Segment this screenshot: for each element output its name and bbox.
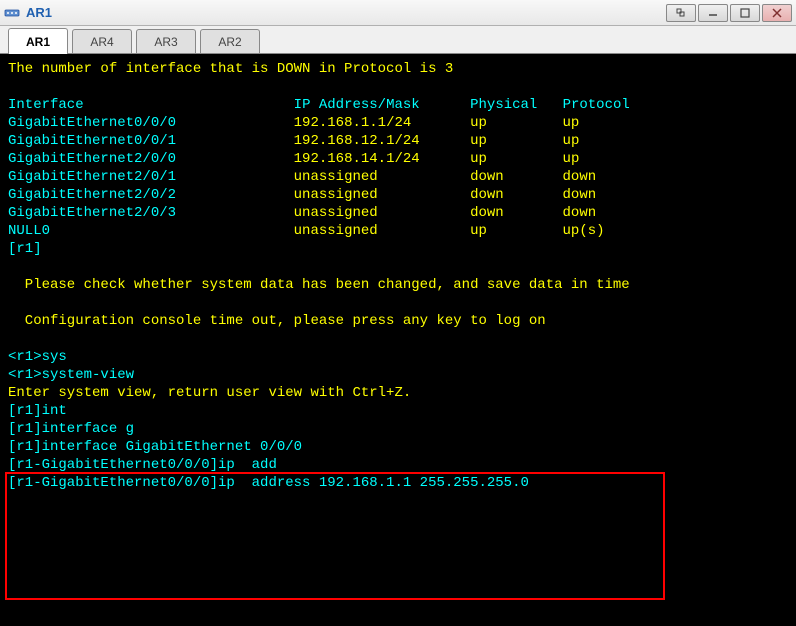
tab-label: AR2 [218, 35, 241, 49]
router-icon [4, 5, 20, 21]
row5-proto: down [563, 205, 597, 221]
row1-iface: GigabitEthernet0/0/1 [8, 133, 176, 149]
row5-phys: down [470, 205, 504, 221]
row3-ip: unassigned [294, 169, 378, 185]
prompt-l0: [r1] [8, 241, 42, 257]
row2-ip: 192.168.14.1/24 [294, 151, 420, 167]
row1-proto: up [563, 133, 580, 149]
prompt-l2: Configuration console time out, please p… [8, 313, 546, 329]
row1-ip: 192.168.12.1/24 [294, 133, 420, 149]
prompt-l7: [r1]interface g [8, 421, 134, 437]
summary-line: The number of interface that is DOWN in … [8, 61, 453, 77]
row6-ip: unassigned [294, 223, 378, 239]
tab-label: AR4 [90, 35, 113, 49]
option-button[interactable] [666, 4, 696, 22]
prompt-l3: <r1>sys [8, 349, 67, 365]
titlebar: AR1 [0, 0, 796, 26]
row2-proto: up [563, 151, 580, 167]
row2-iface: GigabitEthernet2/0/0 [8, 151, 176, 167]
prompt-l8: [r1]interface GigabitEthernet 0/0/0 [8, 439, 302, 455]
tab-ar1[interactable]: AR1 [8, 28, 68, 54]
prompt-l5: Enter system view, return user view with… [8, 385, 411, 401]
row6-iface: NULL0 [8, 223, 50, 239]
window-controls [664, 4, 792, 22]
tab-ar4[interactable]: AR4 [72, 29, 132, 53]
row2-phys: up [470, 151, 487, 167]
row3-phys: down [470, 169, 504, 185]
row4-ip: unassigned [294, 187, 378, 203]
prompt-l9: [r1-GigabitEthernet0/0/0]ip add [8, 457, 277, 473]
row6-phys: up [470, 223, 487, 239]
prompt-l4: <r1>system-view [8, 367, 134, 383]
row0-proto: up [563, 115, 580, 131]
row0-ip: 192.168.1.1/24 [294, 115, 412, 131]
row1-phys: up [470, 133, 487, 149]
terminal-output: The number of interface that is DOWN in … [8, 60, 788, 492]
row4-phys: down [470, 187, 504, 203]
row3-proto: down [563, 169, 597, 185]
hdr-iface: Interface [8, 97, 84, 113]
terminal[interactable]: The number of interface that is DOWN in … [0, 54, 796, 626]
titlebar-left: AR1 [4, 5, 52, 21]
close-button[interactable] [762, 4, 792, 22]
tab-ar3[interactable]: AR3 [136, 29, 196, 53]
row4-proto: down [563, 187, 597, 203]
row5-ip: unassigned [294, 205, 378, 221]
row4-iface: GigabitEthernet2/0/2 [8, 187, 176, 203]
prompt-l6: [r1]int [8, 403, 67, 419]
hdr-ip: IP Address/Mask [294, 97, 420, 113]
tab-label: AR1 [26, 35, 50, 49]
maximize-button[interactable] [730, 4, 760, 22]
window-title: AR1 [26, 5, 52, 20]
tabstrip: AR1 AR4 AR3 AR2 [0, 26, 796, 54]
row6-proto: up(s) [563, 223, 605, 239]
tab-label: AR3 [154, 35, 177, 49]
minimize-button[interactable] [698, 4, 728, 22]
row3-iface: GigabitEthernet2/0/1 [8, 169, 176, 185]
prompt-l10: [r1-GigabitEthernet0/0/0]ip address 192.… [8, 475, 529, 491]
row0-iface: GigabitEthernet0/0/0 [8, 115, 176, 131]
window-frame: AR1 AR1 AR4 AR3 AR2 The number of interf… [0, 0, 796, 626]
hdr-proto: Protocol [563, 97, 630, 113]
row5-iface: GigabitEthernet2/0/3 [8, 205, 176, 221]
prompt-l1: Please check whether system data has bee… [8, 277, 630, 293]
hdr-phys: Physical [470, 97, 537, 113]
row0-phys: up [470, 115, 487, 131]
tab-ar2[interactable]: AR2 [200, 29, 260, 53]
